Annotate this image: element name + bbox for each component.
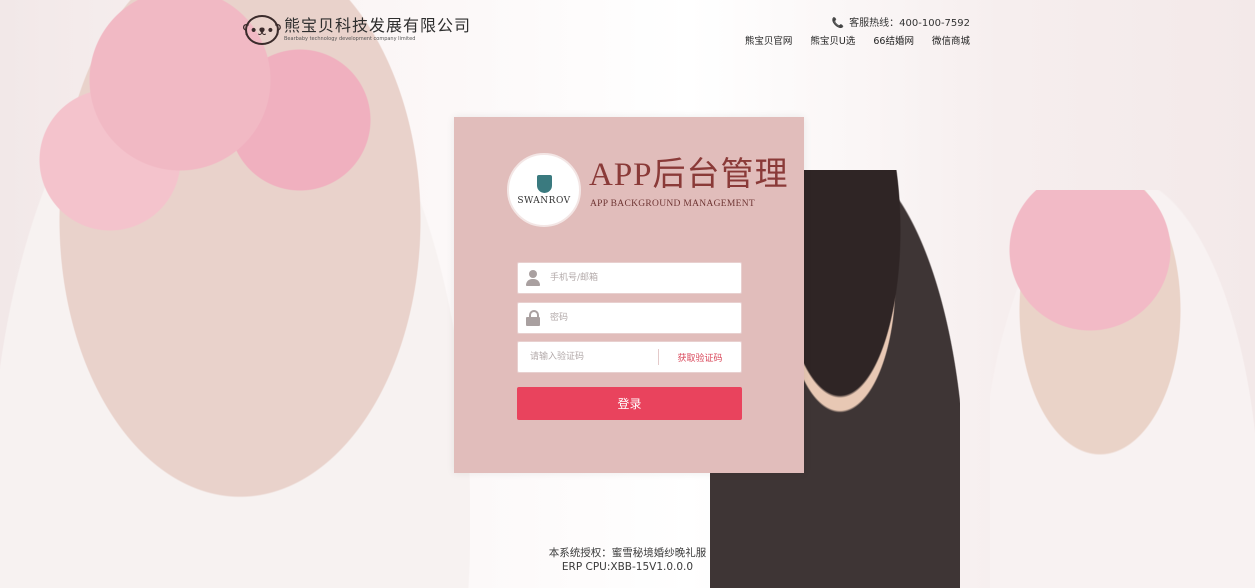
captcha-field: 获取验证码 [517,341,742,373]
license-text: 本系统授权：蜜雪秘境婚纱晚礼服 [548,547,707,559]
version-text: ERP CPU:XBB-15V1.0.0.0 [561,561,694,573]
page-subtitle: APP BACKGROUND MANAGEMENT [590,199,755,209]
brand-english-name: Bearbaby technology development company … [284,36,416,42]
service-hotline: 📞 客服热线：400-100-7592 [832,14,970,29]
phone-icon: 📞 [831,18,845,29]
lock-icon [518,310,548,326]
brand-logo[interactable]: ʕ•ᴥ•ʔ 熊宝贝科技发展有限公司 Bearbaby technology de… [242,15,472,45]
bride-photo-left [0,0,470,588]
page-title: APP后台管理 [589,157,789,193]
username-field [517,262,742,294]
swanrov-logo: SWANROV [507,153,581,227]
login-button[interactable]: 登录 [517,387,742,420]
nav-link-official-site[interactable]: 熊宝贝官网 [745,33,793,47]
hotline-text: 客服热线：400-100-7592 [849,18,970,29]
brand-name: 熊宝贝科技发展有限公司 [284,16,472,35]
bear-logo-icon: ʕ•ᴥ•ʔ [242,15,282,45]
nav-link-u-select[interactable]: 熊宝贝U选 [810,33,855,47]
shield-icon [536,174,552,193]
login-panel: SWANROV APP后台管理 APP BACKGROUND MANAGEMEN… [454,117,804,473]
nav-link-wechat-mall[interactable]: 微信商城 [932,33,970,47]
password-input[interactable] [548,303,741,333]
bride-photo-right [990,190,1255,588]
top-nav: 熊宝贝官网 熊宝贝U选 66结婚网 微信商城 [745,33,970,47]
username-input[interactable] [548,263,741,293]
password-field [517,302,742,334]
nav-link-wedding-site[interactable]: 66结婚网 [873,33,914,47]
captcha-input[interactable] [518,342,658,372]
user-icon [518,270,548,286]
get-captcha-link[interactable]: 获取验证码 [659,351,741,364]
logo-text: SWANROV [517,195,571,206]
